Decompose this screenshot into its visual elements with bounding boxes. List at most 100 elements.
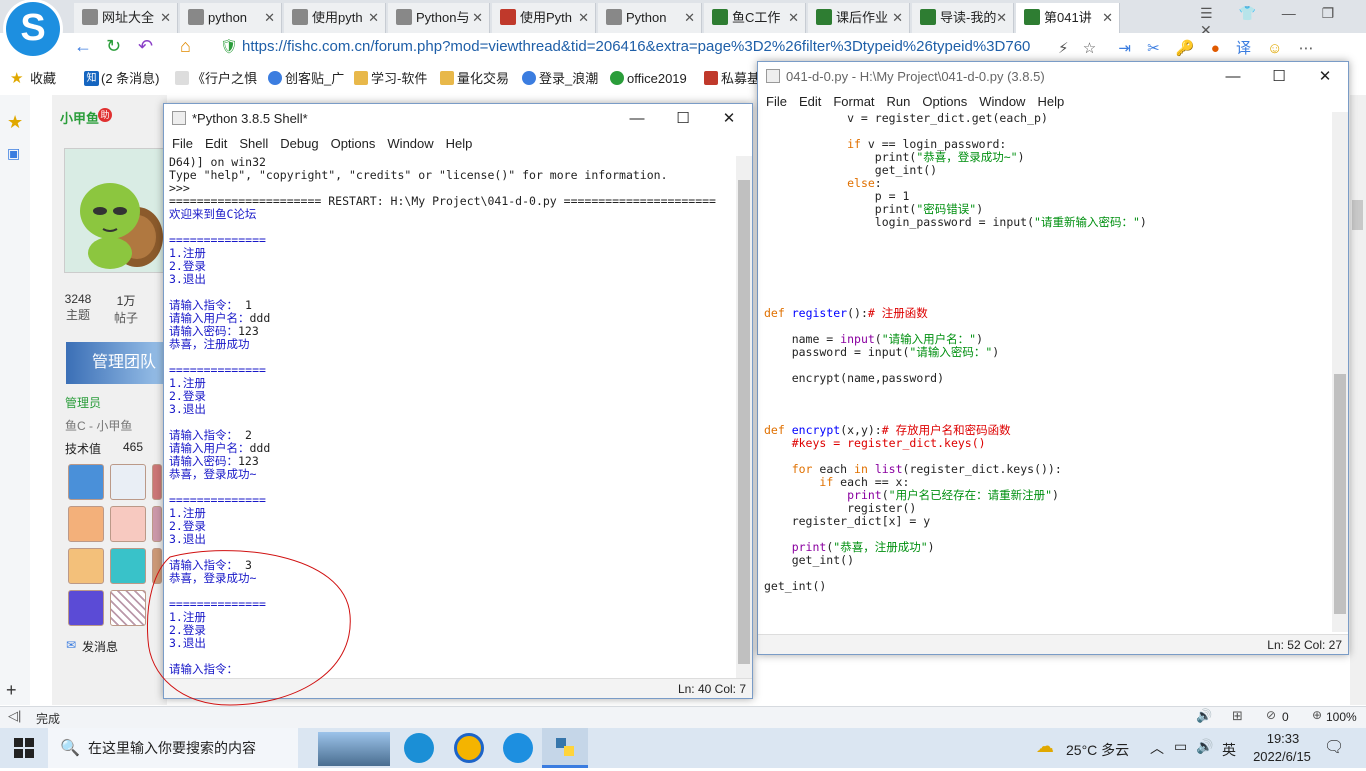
- editor-maximize-button[interactable]: ☐: [1256, 62, 1302, 92]
- sogou-browser-icon[interactable]: [503, 733, 533, 763]
- ime-indicator[interactable]: 英: [1222, 740, 1236, 760]
- edge-icon[interactable]: [404, 733, 434, 763]
- home-icon[interactable]: ⌂: [180, 36, 191, 56]
- clock-date[interactable]: 2022/6/15: [1246, 749, 1318, 764]
- favorites-sidebar-icon[interactable]: ★: [7, 112, 23, 133]
- ie-icon[interactable]: [454, 733, 484, 763]
- emoji-icon[interactable]: ☺: [1267, 40, 1282, 57]
- add-sidebar-icon[interactable]: +: [6, 680, 17, 701]
- menu-file[interactable]: File: [172, 136, 193, 151]
- page-scrollbar[interactable]: [1350, 95, 1366, 705]
- menu-help[interactable]: Help: [446, 136, 473, 151]
- browser-tab[interactable]: Python ✕: [598, 3, 702, 33]
- browser-tab[interactable]: 使用Pyth ✕: [492, 3, 596, 33]
- bookmark-item[interactable]: 创客贴_广: [268, 65, 344, 93]
- zoom-icon[interactable]: ⊕: [1312, 708, 1322, 722]
- role-label[interactable]: 管理员: [65, 394, 101, 411]
- badge-icon[interactable]: [152, 506, 162, 542]
- maximize-icon[interactable]: ❐: [1322, 5, 1335, 21]
- bookmark-item[interactable]: 登录_浪潮: [522, 65, 598, 93]
- badge-heart-icon[interactable]: [110, 506, 146, 542]
- menu-options[interactable]: Options: [922, 94, 967, 109]
- bookmark-favorites[interactable]: 收藏: [30, 65, 56, 93]
- browser-tab[interactable]: 第041讲 ✕: [1016, 3, 1120, 33]
- taskbar-search-box[interactable]: 在这里输入你要搜索的内容: [48, 728, 298, 768]
- windows-start-icon[interactable]: [14, 738, 34, 758]
- shell-scrollbar-thumb[interactable]: [738, 180, 750, 664]
- weather-text[interactable]: 25°C 多云: [1066, 740, 1129, 760]
- minimize-icon[interactable]: —: [1282, 5, 1296, 21]
- game-icon[interactable]: ●: [1211, 40, 1220, 57]
- skin-icon[interactable]: 👕: [1238, 5, 1255, 21]
- menu-debug[interactable]: Debug: [280, 136, 318, 151]
- browser-tab[interactable]: 使用pyth ✕: [284, 3, 386, 33]
- tab-close-icon[interactable]: ✕: [368, 3, 379, 33]
- page-scrollbar-thumb[interactable]: [1352, 200, 1363, 230]
- menu-file[interactable]: File: [766, 94, 787, 109]
- menu-run[interactable]: Run: [887, 94, 911, 109]
- clock-time[interactable]: 19:33: [1252, 731, 1314, 746]
- bookmark-folder[interactable]: 量化交易: [440, 65, 509, 93]
- reload-icon[interactable]: ↻: [106, 36, 121, 56]
- menu-options[interactable]: Options: [331, 136, 376, 151]
- lightning-icon[interactable]: ⚡: [1058, 40, 1069, 57]
- translate-icon[interactable]: 译: [1236, 40, 1251, 57]
- zoom-level[interactable]: 100%: [1326, 710, 1357, 724]
- python-taskbar-button[interactable]: [542, 728, 588, 768]
- sound-icon[interactable]: 🔊: [1196, 708, 1212, 724]
- editor-minimize-button[interactable]: —: [1210, 62, 1256, 92]
- menu-window[interactable]: Window: [979, 94, 1025, 109]
- stat-posts[interactable]: 1万 帖子: [108, 292, 144, 326]
- star-icon[interactable]: ☆: [1083, 40, 1096, 57]
- menu-help[interactable]: Help: [1037, 94, 1064, 109]
- back-icon[interactable]: ←: [74, 36, 92, 56]
- screenshot-icon[interactable]: ⊞: [1232, 708, 1243, 724]
- url-input[interactable]: https://fishc.com.cn/forum.php?mod=viewt…: [242, 36, 1082, 58]
- tab-close-icon[interactable]: ✕: [788, 3, 799, 33]
- undo-icon[interactable]: ↶: [138, 36, 153, 56]
- badge-icon[interactable]: [152, 464, 162, 500]
- sidebar-toggle-icon[interactable]: ◁|: [8, 708, 21, 724]
- battery-icon[interactable]: ▭: [1174, 738, 1187, 755]
- badge-up-icon[interactable]: [68, 464, 104, 500]
- menu-edit[interactable]: Edit: [205, 136, 227, 151]
- tab-close-icon[interactable]: ✕: [472, 3, 483, 33]
- key-icon[interactable]: 🔑: [1176, 40, 1195, 57]
- notification-icon[interactable]: 🗨: [1324, 737, 1344, 757]
- editor-close-button[interactable]: ✕: [1302, 62, 1348, 92]
- browser-tab[interactable]: 网址大全 ✕: [74, 3, 178, 33]
- editor-code-area[interactable]: v = register_dict.get(each_p) if v == lo…: [764, 112, 1332, 632]
- bookmark-messages[interactable]: (2 条消息): [101, 65, 160, 93]
- menu-icon[interactable]: ☰: [1200, 5, 1213, 21]
- avatar[interactable]: [64, 148, 164, 273]
- tab-close-icon[interactable]: ✕: [684, 3, 695, 33]
- tab-close-icon[interactable]: ✕: [264, 3, 275, 33]
- scissors-icon[interactable]: ✂: [1147, 40, 1160, 57]
- menu-window[interactable]: Window: [387, 136, 433, 151]
- menu-edit[interactable]: Edit: [799, 94, 821, 109]
- bookmark-folder[interactable]: 学习-软件: [354, 65, 427, 93]
- tab-close-icon[interactable]: ✕: [996, 3, 1007, 33]
- browser-tab[interactable]: 鱼C工作 ✕: [704, 3, 806, 33]
- login-icon[interactable]: ⇥: [1118, 40, 1131, 57]
- shell-close-button[interactable]: ✕: [706, 104, 752, 134]
- menu-shell[interactable]: Shell: [239, 136, 268, 151]
- badge-star-icon[interactable]: [68, 506, 104, 542]
- tray-chevron-icon[interactable]: ︿: [1150, 738, 1164, 758]
- bookmark-item[interactable]: 私募基: [704, 65, 760, 93]
- editor-scrollbar[interactable]: [1332, 112, 1348, 632]
- stat-threads[interactable]: 3248 主题: [60, 292, 96, 323]
- menu-format[interactable]: Format: [833, 94, 874, 109]
- tab-close-icon[interactable]: ✕: [160, 3, 171, 33]
- tab-close-icon[interactable]: ✕: [578, 3, 589, 33]
- shell-minimize-button[interactable]: —: [614, 104, 660, 134]
- more-icon[interactable]: ⋯: [1299, 40, 1314, 57]
- send-message-link[interactable]: 发消息: [82, 638, 118, 655]
- badge-egg-icon[interactable]: [68, 548, 104, 584]
- tab-close-icon[interactable]: ✕: [892, 3, 903, 33]
- browser-tab[interactable]: 导读-我的 ✕: [912, 3, 1014, 33]
- author-name[interactable]: 小甲鱼: [60, 108, 99, 127]
- browser-tab[interactable]: Python与 ✕: [388, 3, 490, 33]
- tab-close-icon[interactable]: ✕: [1102, 3, 1113, 33]
- editor-scrollbar-thumb[interactable]: [1334, 374, 1346, 614]
